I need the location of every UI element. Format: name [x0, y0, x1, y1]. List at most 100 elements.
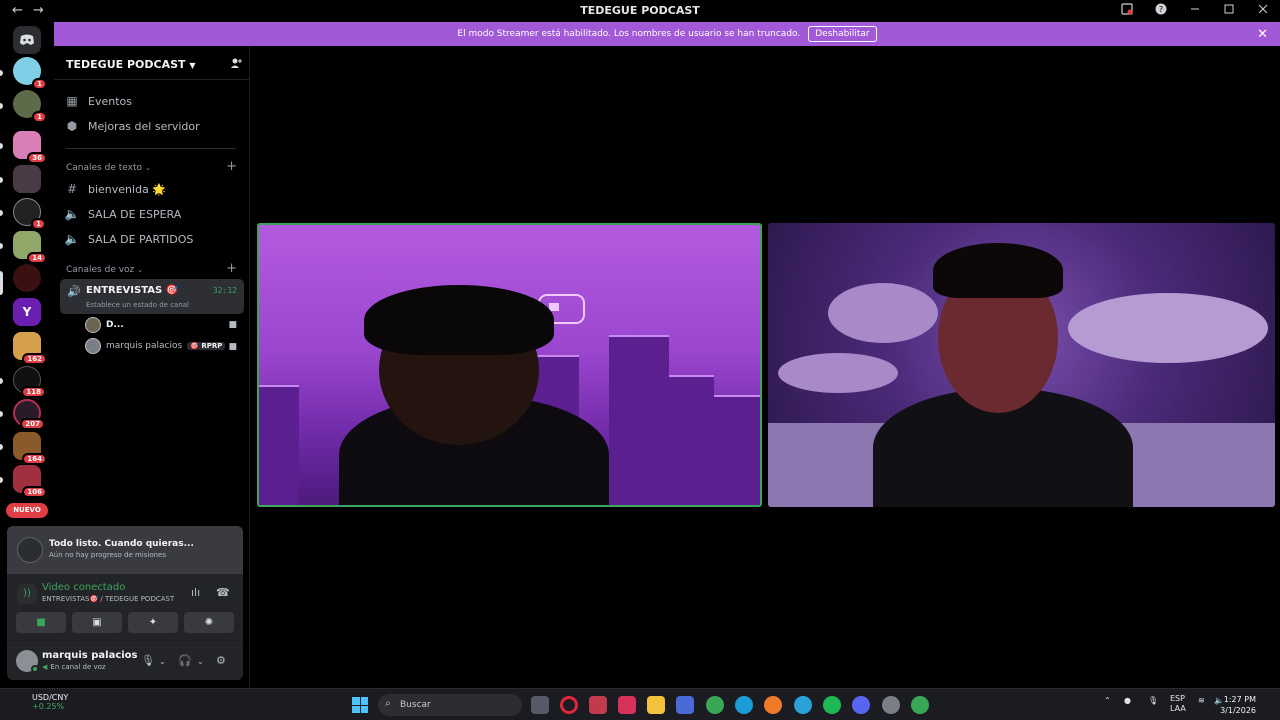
search-input[interactable]: ⌕ Buscar — [378, 694, 522, 716]
chevron-down-icon: ⌄ — [137, 266, 144, 274]
chevron-up-icon[interactable]: ⌃ — [1104, 696, 1111, 705]
speaker-icon: 🔊 — [67, 285, 81, 298]
app-tray-icon[interactable]: ● — [1124, 696, 1131, 705]
windows-start-icon[interactable] — [352, 697, 368, 713]
firefox-icon[interactable] — [764, 696, 782, 714]
chevron-down-icon[interactable]: ⌄ — [159, 657, 166, 666]
discord-icon[interactable] — [852, 696, 870, 714]
spotify-icon[interactable] — [823, 696, 841, 714]
channel-status[interactable]: Establece un estado de canal — [86, 301, 189, 309]
new-badge[interactable]: NUEVO — [6, 503, 48, 518]
unread-badge: 1 — [31, 218, 46, 230]
user-name[interactable]: marquis palacios — [42, 650, 138, 661]
server-icon[interactable]: 36 — [13, 131, 47, 164]
voice-category[interactable]: Canales de voz ⌄ — [66, 265, 143, 275]
add-channel-icon[interactable]: + — [226, 261, 237, 276]
unread-badge: 1 — [32, 78, 47, 90]
chrome-icon[interactable] — [911, 696, 929, 714]
help-icon[interactable]: ? — [1154, 2, 1168, 16]
opera-icon[interactable] — [560, 696, 578, 714]
streamer-mode-banner: El modo Streamer está habilitado. Los no… — [54, 22, 1280, 46]
hashtag-icon: # — [66, 182, 78, 196]
stock-widget[interactable]: USD/CNY +0.25% — [12, 693, 68, 711]
telegram-icon[interactable] — [794, 696, 812, 714]
quest-progress-card[interactable]: Todo listo. Cuando quieras... Aún no hay… — [7, 526, 243, 574]
settings-gear-icon[interactable]: ⚙ — [216, 654, 226, 667]
camera-button[interactable]: ■ — [16, 612, 66, 633]
channel-sala-de-espera[interactable]: 🔈 SALA DE ESPERA — [64, 207, 182, 221]
channel-bienvenida[interactable]: # bienvenida 🌟 — [64, 182, 166, 196]
window-title: TEDEGUE PODCAST — [580, 4, 700, 17]
server-icon[interactable]: 14 — [13, 231, 47, 264]
edge-icon[interactable] — [735, 696, 753, 714]
channel-label: SALA DE ESPERA — [88, 207, 182, 221]
video-tile[interactable] — [257, 223, 762, 507]
store-icon[interactable] — [676, 696, 694, 714]
chrome-icon[interactable] — [706, 696, 724, 714]
server-header[interactable]: TEDEGUE PODCAST ▼ — [66, 56, 242, 72]
text-category[interactable]: Canales de texto ⌄ — [66, 163, 151, 173]
add-channel-icon[interactable]: + — [226, 159, 237, 174]
server-icon[interactable]: 162 — [13, 332, 47, 365]
close-icon[interactable]: ✕ — [1257, 27, 1268, 42]
voice-user[interactable]: marquis palacios 🎯 RPRP — [85, 338, 226, 354]
server-icon[interactable]: 164 — [13, 432, 47, 465]
unread-badge: 162 — [22, 353, 47, 365]
task-view-icon[interactable] — [531, 696, 549, 714]
maximize-icon[interactable] — [1222, 2, 1236, 16]
disable-button[interactable]: Deshabilitar — [808, 26, 877, 42]
soundboard-button[interactable]: ✺ — [184, 612, 234, 633]
language-indicator[interactable]: ESP LAA — [1170, 694, 1186, 714]
speaker-icon: 🔈 — [64, 207, 80, 221]
noise-suppression-icon[interactable]: ılı — [191, 586, 200, 599]
events-item[interactable]: ▦ Eventos — [64, 94, 132, 108]
voice-channel-entrevistas[interactable]: 🔊 ENTREVISTAS 🎯 32:12 Establece un estad… — [60, 279, 244, 314]
user-status-text: En canal de voz — [50, 663, 106, 671]
server-icon[interactable]: 207 — [13, 399, 45, 430]
voice-user[interactable]: D... — [85, 317, 124, 333]
minimize-icon[interactable] — [1188, 2, 1202, 16]
widget-value: +0.25% — [32, 702, 65, 711]
server-icon[interactable] — [13, 264, 41, 292]
add-member-icon[interactable] — [230, 57, 242, 72]
screen-share-button[interactable]: ▣ — [72, 612, 122, 633]
server-icon[interactable]: 118 — [13, 366, 46, 398]
keyboard-layout: LAA — [1170, 704, 1186, 713]
discord-home-icon[interactable] — [13, 26, 41, 54]
wifi-icon[interactable]: ≋ — [1198, 696, 1205, 705]
server-icon[interactable]: 1 — [13, 57, 47, 90]
app-icon[interactable] — [618, 696, 636, 714]
search-icon: ⌕ — [385, 698, 391, 709]
server-icon[interactable] — [13, 165, 41, 193]
server-boosts-item[interactable]: ⬢ Mejoras del servidor — [64, 119, 200, 133]
background-mushroom — [828, 283, 938, 343]
server-icon[interactable]: 1 — [13, 90, 47, 123]
camera-icon: ■ — [228, 342, 237, 352]
activities-button[interactable]: ✦ — [128, 612, 178, 633]
server-icon[interactable]: 1 — [13, 198, 46, 230]
title-bar: ← → TEDEGUE PODCAST ? — [0, 0, 1280, 21]
app-icon[interactable] — [589, 696, 607, 714]
background-building — [609, 335, 669, 505]
voice-timer: 32:12 — [212, 286, 237, 295]
inbox-icon[interactable] — [1120, 2, 1134, 16]
connection-channel[interactable]: ENTREVISTAS🎯 / TEDEGUE PODCAST — [42, 595, 174, 603]
microphone-icon[interactable]: 🎙 — [141, 654, 155, 667]
microphone-icon[interactable]: 🎙 — [1148, 696, 1158, 705]
server-icon[interactable]: Y — [13, 298, 41, 326]
headphones-icon[interactable]: 🎧 — [178, 654, 192, 667]
widget-label: USD/CNY — [32, 693, 69, 702]
chevron-down-icon[interactable]: ⌄ — [197, 657, 204, 666]
voice-user-name: marquis palacios — [106, 341, 183, 351]
video-tile[interactable] — [768, 223, 1275, 507]
disconnect-icon[interactable]: ☎ — [216, 586, 230, 599]
server-icon[interactable]: 106 — [13, 465, 47, 498]
voice-connection-panel: )) Video conectado ENTREVISTAS🎯 / TEDEGU… — [7, 574, 243, 680]
participant-hair — [364, 285, 554, 355]
app-icon[interactable] — [882, 696, 900, 714]
file-explorer-icon[interactable] — [647, 696, 665, 714]
connection-status[interactable]: Video conectado — [42, 582, 125, 593]
clock[interactable]: 1:27 PM 3/1/2026 — [1220, 694, 1256, 716]
close-window-icon[interactable] — [1256, 2, 1270, 16]
channel-sala-de-partidos[interactable]: 🔈 SALA DE PARTIDOS — [64, 232, 194, 246]
